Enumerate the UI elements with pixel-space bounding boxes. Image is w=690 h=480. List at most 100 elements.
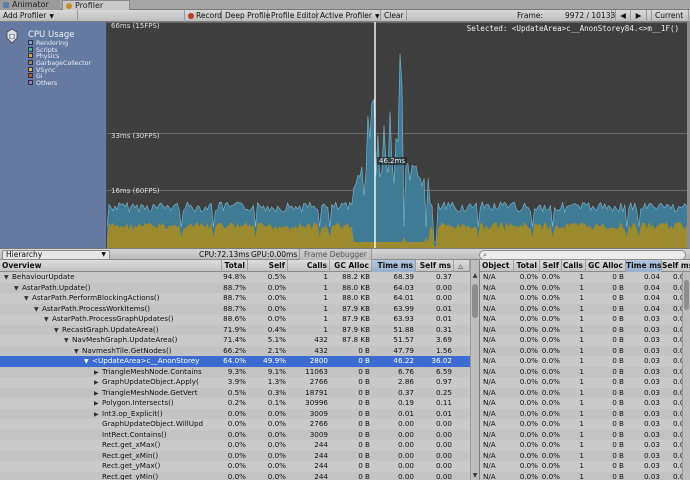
scrollbar-thumb[interactable] xyxy=(684,280,689,310)
collapsed-icon[interactable]: ▶ xyxy=(94,368,102,378)
legend-swatch[interactable] xyxy=(28,60,33,66)
column-header-time-ms[interactable]: Time ms xyxy=(372,260,416,272)
legend-item-rendering[interactable]: Rendering xyxy=(28,40,91,47)
table-row[interactable]: ▶ TriangleMeshNode.GetVert 0.5% 0.3% 18791 0 … xyxy=(0,387,470,399)
table-row[interactable]: Rect.get_yMin() 0.0% 0.0% 244 0 B 0.00 0.00 xyxy=(0,471,470,480)
object-table-row[interactable]: N/A 0.0% 0.0% 1 0 B 0.03 0.03 xyxy=(480,345,690,356)
deep-profile-button[interactable]: Deep Profile xyxy=(222,10,270,22)
scroll-down-icon[interactable]: ▼ xyxy=(471,472,479,480)
expanded-icon[interactable]: ▼ xyxy=(64,336,72,346)
hierarchy-scrollbar[interactable]: ▲ ▼ xyxy=(470,260,479,480)
legend-item-vsync[interactable]: VSync xyxy=(28,66,91,74)
object-table-row[interactable]: N/A 0.0% 0.0% 1 0 B 0.03 0.03 xyxy=(480,366,690,377)
table-row[interactable]: GraphUpdateObject.WillUpd 0.0% 0.0% 2766 0 B… xyxy=(0,419,470,430)
object-details-table[interactable]: Object Total Self Calls GC Alloc Time ms Self … xyxy=(479,260,690,480)
expanded-icon[interactable]: ▼ xyxy=(24,294,32,304)
object-table-row[interactable]: N/A 0.0% 0.0% 1 0 B 0.03 0.03 xyxy=(480,408,690,419)
object-table-row[interactable]: N/A 0.0% 0.0% 1 0 B 0.04 0.04 xyxy=(480,293,690,304)
prev-frame-button[interactable]: ◀ xyxy=(615,10,631,22)
object-table-row[interactable]: N/A 0.0% 0.0% 1 0 B 0.03 0.03 xyxy=(480,440,690,451)
legend-item-gi[interactable]: Gi xyxy=(28,73,91,80)
table-row[interactable]: ▼ BehaviourUpdate 94.8% 0.5% 1 88.2 KB 68.39 0.… xyxy=(0,272,470,283)
hierarchy-table[interactable]: Overview Total Self Calls GC Alloc Time ms Sel… xyxy=(0,260,470,480)
legend-item-scripts[interactable]: Scripts xyxy=(28,46,91,54)
table-row[interactable]: ▼ <UpdateArea>c__AnonStorey 64.0% 49.9% 2800… xyxy=(0,356,470,367)
legend-swatch[interactable] xyxy=(28,40,33,45)
expanded-icon[interactable]: ▼ xyxy=(4,273,12,283)
table-row[interactable]: ▼ NavMeshGraph.UpdateArea() 71.4% 5.1% 432 87… xyxy=(0,335,470,346)
sort-direction-icon[interactable]: △ xyxy=(454,260,470,272)
column-header-overview[interactable]: Overview xyxy=(0,260,222,272)
object-table-row[interactable]: N/A 0.0% 0.0% 1 0 B 0.04 0.04 xyxy=(480,303,690,314)
expanded-icon[interactable]: ▼ xyxy=(84,357,92,367)
table-row[interactable]: ▼ NavmeshTile.GetNodes() 66.2% 2.1% 432 0 B 47… xyxy=(0,345,470,357)
object-table-row[interactable]: N/A 0.0% 0.0% 1 0 B 0.03 0.03 xyxy=(480,335,690,346)
column-header-calls[interactable]: Calls xyxy=(288,260,330,272)
profile-editor-button[interactable]: Profile Editor xyxy=(268,10,319,22)
table-row[interactable]: Rect.get_yMax() 0.0% 0.0% 244 0 B 0.00 0.00 xyxy=(0,461,470,472)
object-table-row[interactable]: N/A 0.0% 0.0% 1 0 B 0.03 0.03 xyxy=(480,356,690,367)
current-frame-button[interactable]: Current xyxy=(651,10,689,22)
active-profiler-dropdown[interactable]: Active Profiler ▼ xyxy=(317,10,381,22)
expanded-icon[interactable]: ▼ xyxy=(14,284,22,294)
column-header-total[interactable]: Total xyxy=(222,260,248,272)
cpu-usage-graph[interactable]: 66ms (15FPS) 33ms (30FPS) 16ms (60FPS) S… xyxy=(107,22,687,248)
object-table-row[interactable]: N/A 0.0% 0.0% 1 0 B 0.03 0.03 xyxy=(480,429,690,440)
clear-button[interactable]: Clear xyxy=(381,10,407,22)
table-row[interactable]: Rect.get_xMin() 0.0% 0.0% 244 0 B 0.00 0.00 xyxy=(0,450,470,461)
column-header-self-ms[interactable]: Self ms xyxy=(416,260,454,272)
expanded-icon[interactable]: ▼ xyxy=(54,326,62,336)
collapsed-icon[interactable]: ▶ xyxy=(94,410,102,420)
legend-item-garbagecollector[interactable]: GarbageCollector xyxy=(28,60,91,67)
object-column-header-gc-alloc[interactable]: GC Alloc xyxy=(586,260,626,272)
table-row[interactable]: ▶ Polygon.Intersects() 0.2% 0.1% 30996 0 B 0.1… xyxy=(0,398,470,409)
object-column-header-self-ms[interactable]: Self ms xyxy=(662,260,690,272)
object-table-row[interactable]: N/A 0.0% 0.0% 1 0 B 0.03 0.03 xyxy=(480,450,690,461)
object-table-row[interactable]: N/A 0.0% 0.0% 1 0 B 0.03 0.03 xyxy=(480,314,690,325)
table-row[interactable]: ▼ RecastGraph.UpdateArea() 71.9% 0.4% 1 87.9 … xyxy=(0,324,470,336)
legend-item-others[interactable]: Others xyxy=(28,80,91,87)
legend-swatch[interactable] xyxy=(28,66,33,72)
collapsed-icon[interactable]: ▶ xyxy=(94,399,102,409)
object-scrollbar[interactable] xyxy=(682,272,690,480)
legend-swatch[interactable] xyxy=(28,53,33,59)
table-row[interactable]: ▼ AstarPath.ProcessGraphUpdates() 88.6% 0.0… xyxy=(0,314,470,325)
expanded-icon[interactable]: ▼ xyxy=(44,315,52,325)
object-table-row[interactable]: N/A 0.0% 0.0% 1 0 B 0.03 0.03 xyxy=(480,419,690,430)
collapsed-icon[interactable]: ▶ xyxy=(94,378,102,388)
table-row[interactable]: ▶ GraphUpdateObject.Apply(3.9% 1.3% 2766 0 B… xyxy=(0,377,470,388)
legend-swatch[interactable] xyxy=(28,73,33,79)
object-table-row[interactable]: N/A 0.0% 0.0% 1 0 B 0.03 0.03 xyxy=(480,461,690,472)
object-table-row[interactable]: N/A 0.0% 0.0% 1 0 B 0.04 0.04 xyxy=(480,282,690,293)
legend-item-physics[interactable]: Physics xyxy=(28,53,91,60)
column-header-gc-alloc[interactable]: GC Alloc xyxy=(330,260,372,272)
table-row[interactable]: ▼ AstarPath.PerformBlockingActions() 88.7%… xyxy=(0,293,470,304)
tab-animator[interactable]: Animator xyxy=(0,0,60,10)
cpu-usage-panel[interactable]: CPU Usage Rendering Scripts Physics Garbage… xyxy=(0,22,107,248)
scrollbar-thumb[interactable] xyxy=(472,284,478,318)
add-profiler-dropdown[interactable]: Add Profiler ▼ xyxy=(0,10,78,22)
table-row[interactable]: IntRect.Contains() 0.0% 0.0% 3009 0 B 0.00 0.0… xyxy=(0,429,470,440)
object-column-header-total[interactable]: Total xyxy=(514,260,540,272)
table-row[interactable]: ▶ Int3.op_Explicit() 0.0% 0.0% 3009 0 B 0.01 0.… xyxy=(0,408,470,420)
object-table-row[interactable]: N/A 0.0% 0.0% 1 0 B 0.03 0.03 xyxy=(480,471,690,480)
next-frame-button[interactable]: ▶ xyxy=(631,10,647,22)
object-table-row[interactable]: N/A 0.0% 0.0% 1 0 B 0.03 0.03 xyxy=(480,387,690,398)
collapsed-icon[interactable]: ▶ xyxy=(94,389,102,399)
scroll-up-icon[interactable]: ▲ xyxy=(471,272,479,280)
legend-swatch[interactable] xyxy=(28,80,33,86)
object-column-header-calls[interactable]: Calls xyxy=(562,260,586,272)
view-mode-dropdown[interactable]: Hierarchy ▼ xyxy=(2,250,110,260)
object-table-row[interactable]: N/A 0.0% 0.0% 1 0 B 0.04 0.04 xyxy=(480,272,690,283)
table-row[interactable]: ▶ TriangleMeshNode.Contains 9.3% 9.1% 11063 0… xyxy=(0,366,470,378)
expanded-icon[interactable]: ▼ xyxy=(74,347,82,357)
object-table-row[interactable]: N/A 0.0% 0.0% 1 0 B 0.03 0.03 xyxy=(480,377,690,388)
search-input[interactable]: ⌕ xyxy=(479,250,686,260)
object-table-row[interactable]: N/A 0.0% 0.0% 1 0 B 0.03 0.03 xyxy=(480,324,690,335)
legend-swatch[interactable] xyxy=(28,46,33,52)
object-table-row[interactable]: N/A 0.0% 0.0% 1 0 B 0.03 0.03 xyxy=(480,398,690,409)
expanded-icon[interactable]: ▼ xyxy=(34,305,42,315)
record-button[interactable]: Record xyxy=(184,10,222,22)
object-column-header-time-ms[interactable]: Time ms xyxy=(626,260,662,272)
object-column-header-object[interactable]: Object xyxy=(480,260,514,272)
